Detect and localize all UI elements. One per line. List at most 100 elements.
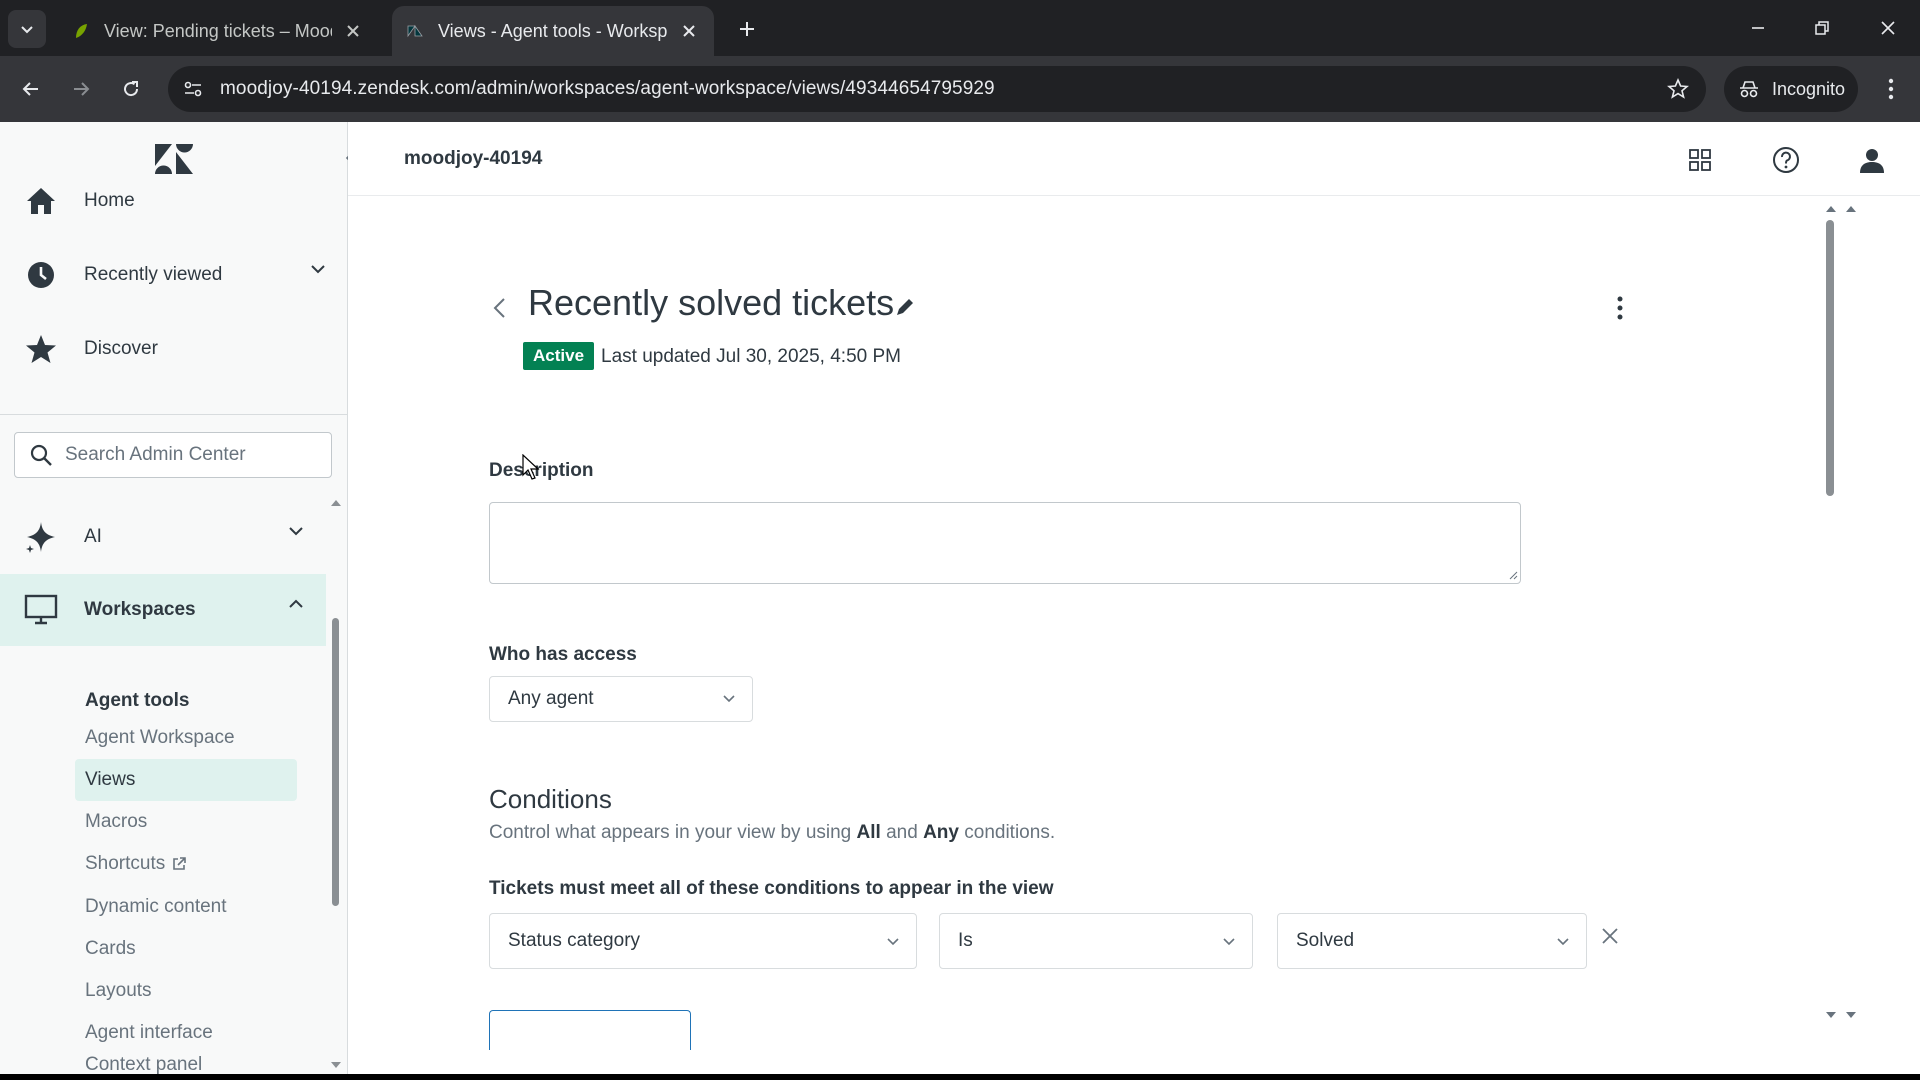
last-updated-text: Last updated Jul 30, 2025, 4:50 PM [601,346,901,367]
minimize-icon [1752,27,1764,29]
sidebar-item-shortcuts[interactable]: Shortcuts [75,843,297,885]
condition-field-select[interactable]: Status category [489,913,917,969]
help-all: All [856,822,881,843]
star-icon [24,332,58,366]
sidebar-item-agent-interface[interactable]: Agent interface [75,1012,297,1054]
condition-value-select[interactable]: Solved [1277,913,1587,969]
chevron-down-icon [311,265,325,274]
sidebar-scrollbar-thumb[interactable] [332,618,339,906]
profile-button[interactable] [1858,146,1886,174]
browser-toolbar: moodjoy-40194.zendesk.com/admin/workspac… [0,56,1920,122]
help-text: conditions. [958,822,1056,843]
more-vertical-icon [1888,78,1894,100]
triangle-up-icon [1846,206,1856,212]
chevron-down-icon [1223,938,1235,946]
all-conditions-heading: Tickets must meet all of these condition… [489,878,1054,899]
tab-search-button[interactable] [8,10,46,48]
new-tab-button[interactable] [732,14,762,44]
reload-button[interactable] [114,72,148,106]
sidebar-scroll-down[interactable] [330,1060,342,1070]
products-button[interactable] [1686,146,1714,174]
zendesk-leaf-favicon-icon [76,24,87,38]
view-editor: Recently solved tickets Active Last upda… [348,196,1920,1074]
nav-label: AI [84,526,102,547]
sidebar-item-layouts[interactable]: Layouts [75,970,297,1012]
restore-icon [1815,21,1829,35]
forward-button[interactable] [64,72,98,106]
sidebar-item-label: Shortcuts [85,853,166,874]
arrow-left-icon [22,82,38,96]
browser-tab-views[interactable]: Views - Agent tools - Workspac [392,6,714,56]
main-scrollbar-thumb[interactable] [1826,220,1834,496]
resize-grip-icon[interactable] [1508,570,1518,580]
help-text: Control what appears in your view by usi… [489,822,857,843]
admin-search-input[interactable]: Search Admin Center [14,432,332,478]
chevron-down-icon [289,527,303,536]
main-scroll-down[interactable] [1824,1010,1838,1020]
access-select[interactable]: Any agent [489,676,753,722]
incognito-indicator[interactable]: Incognito [1724,66,1858,112]
close-window-button[interactable] [1866,10,1910,46]
zendesk-favicon-icon [407,24,423,38]
subsection-title: Agent tools [85,690,190,711]
conditions-title: Conditions [489,784,612,814]
main-scroll-up-2[interactable] [1844,204,1858,214]
grid-icon [1689,149,1711,171]
help-any: Any [923,822,959,843]
tab-title: View: Pending tickets – Moodjo [104,20,332,41]
restore-button[interactable] [1800,10,1844,46]
triangle-down-icon [1826,1012,1836,1018]
description-textarea[interactable] [489,502,1521,584]
status-badge: Active [523,342,595,370]
main-scroll-down-2[interactable] [1844,1010,1858,1020]
close-icon [1602,928,1618,944]
top-bar: moodjoy-40194 [348,122,1920,196]
incognito-icon [1740,81,1758,98]
remove-condition-button[interactable] [1598,924,1622,948]
sidebar-item-context-panel[interactable]: Context panel [75,1054,297,1074]
chevron-down-icon [21,26,33,34]
back-to-views-button[interactable] [490,294,508,322]
browser-tab-bar: View: Pending tickets – Moodjo Views - A… [0,0,1920,56]
nav-home[interactable]: Home [0,170,348,232]
chevron-up-icon [289,599,303,608]
nav-workspaces[interactable]: Workspaces [0,579,348,641]
view-actions-menu[interactable] [1610,292,1630,324]
sparkle-icon [24,520,58,554]
nav-ai[interactable]: AI [0,506,348,568]
admin-center-app: Home Recently viewed Discover Search Adm… [0,122,1920,1074]
main-scroll-up[interactable] [1824,204,1838,214]
add-condition-button[interactable] [489,1010,691,1050]
conditions-help-text: Control what appears in your view by usi… [489,822,1055,844]
condition-field-value: Status category [508,930,641,951]
edit-pencil-icon[interactable] [894,296,916,318]
sidebar-item-dynamic-content[interactable]: Dynamic content [75,886,297,928]
more-vertical-icon [1617,296,1623,320]
address-bar[interactable]: moodjoy-40194.zendesk.com/admin/workspac… [168,66,1706,112]
browser-tab-pending[interactable]: View: Pending tickets – Moodjo [58,6,378,56]
tab-title: Views - Agent tools - Workspac [438,20,668,41]
sidebar: Home Recently viewed Discover Search Adm… [0,122,354,1074]
site-settings-icon [184,81,202,97]
tab-close-icon[interactable] [678,20,700,42]
sidebar-item-cards[interactable]: Cards [75,928,297,970]
back-button[interactable] [14,72,48,106]
nav-recently-viewed[interactable]: Recently viewed [0,244,348,306]
browser-menu-button[interactable] [1876,74,1906,104]
sidebar-item-macros[interactable]: Macros [75,801,297,843]
help-button[interactable] [1772,146,1800,174]
access-value: Any agent [508,688,594,709]
minimize-button[interactable] [1736,10,1780,46]
sidebar-item-agent-workspace[interactable]: Agent Workspace [75,717,297,759]
incognito-label: Incognito [1772,78,1846,99]
condition-operator-select[interactable]: Is [939,913,1253,969]
tab-close-icon[interactable] [342,20,364,42]
sidebar-item-views[interactable]: Views [75,759,297,801]
account-name: moodjoy-40194 [404,148,543,169]
mouse-cursor-icon [522,454,540,480]
nav-discover[interactable]: Discover [0,318,348,380]
condition-value: Solved [1296,930,1355,951]
triangle-up-icon [1826,206,1836,212]
bookmark-star-icon[interactable] [1666,77,1690,101]
url-text: moodjoy-40194.zendesk.com/admin/workspac… [220,78,995,99]
